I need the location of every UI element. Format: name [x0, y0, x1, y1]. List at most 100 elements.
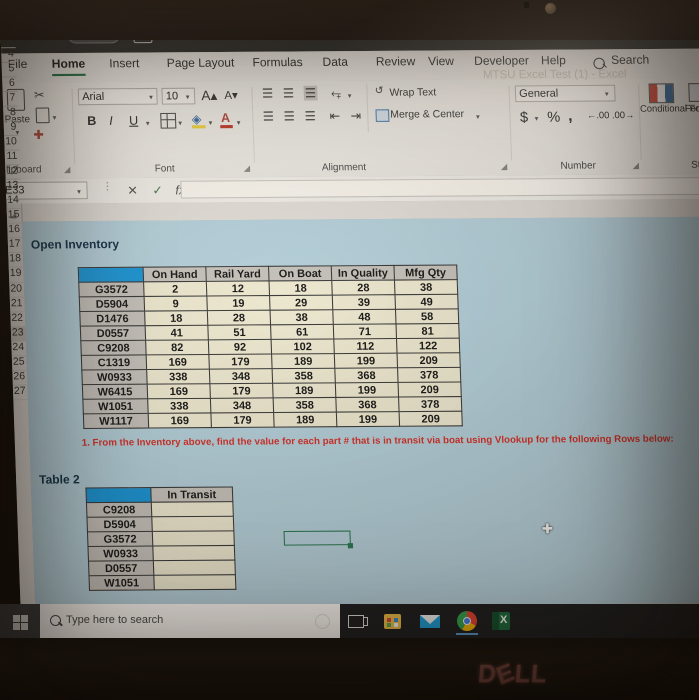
transit-value-0[interactable] [151, 501, 234, 517]
number-dialog-launcher[interactable]: ◢ [632, 161, 639, 170]
inventory-cell-8-4[interactable]: 378 [398, 396, 462, 412]
clipboard-dialog-launcher[interactable]: ◢ [64, 165, 71, 174]
inventory-part-9[interactable]: W1117 [83, 413, 149, 429]
inventory-cell-6-1[interactable]: 348 [209, 368, 273, 384]
list-item[interactable]: C9208 [86, 501, 234, 518]
percent-format-button[interactable]: % [547, 108, 561, 125]
merge-center-caret[interactable]: ▾ [476, 113, 480, 121]
inventory-part-1[interactable]: D5904 [79, 296, 145, 312]
table-row[interactable]: W1117 169 179 189 199 209 [83, 411, 463, 429]
inventory-cell-4-4[interactable]: 122 [396, 338, 460, 354]
orientation-caret[interactable]: ▾ [348, 92, 352, 100]
orientation-icon[interactable]: ⥆ [331, 86, 342, 102]
inventory-cell-1-1[interactable]: 19 [206, 295, 271, 311]
inventory-cell-7-2[interactable]: 189 [272, 382, 336, 398]
name-box-caret[interactable]: ▾ [77, 188, 81, 196]
row-header-8[interactable]: 8 [3, 106, 19, 122]
worksheet-canvas[interactable]: Open Inventory Table 2 1. From the Inven… [21, 216, 699, 608]
search-label[interactable]: Search [611, 54, 650, 67]
transit-value-1[interactable] [151, 516, 234, 532]
transit-part-2[interactable]: G3572 [87, 531, 153, 547]
excel-icon[interactable]: X [492, 611, 512, 631]
list-item[interactable]: D0557 [88, 560, 236, 576]
row-header-19[interactable]: 19 [8, 267, 24, 284]
decrease-indent-icon[interactable]: ⇤ [329, 109, 340, 124]
inventory-cell-2-1[interactable]: 28 [207, 310, 271, 326]
inventory-cell-6-4[interactable]: 378 [397, 367, 461, 383]
row-header-18[interactable]: 18 [8, 252, 24, 268]
align-bottom-icon[interactable]: ☰ [303, 85, 318, 101]
formula-input[interactable] [180, 176, 699, 199]
copy-icon[interactable] [35, 107, 50, 124]
conditional-formatting-icon[interactable] [648, 83, 675, 104]
transit-value-4[interactable] [153, 560, 236, 576]
format-painter-icon[interactable]: ✚ [33, 127, 44, 142]
format-as-table-icon[interactable] [688, 83, 699, 102]
tab-developer[interactable]: Developer [474, 55, 529, 68]
list-item[interactable]: W0933 [87, 545, 235, 562]
font-color-caret[interactable]: ▾ [237, 119, 241, 127]
row-header-15[interactable]: 15 [6, 209, 22, 224]
tab-data[interactable]: Data [322, 56, 348, 69]
inventory-cell-5-1[interactable]: 179 [208, 354, 273, 370]
font-size-caret[interactable]: ▾ [186, 93, 190, 101]
italic-button[interactable]: I [109, 113, 113, 128]
inventory-cell-7-4[interactable]: 209 [398, 381, 462, 398]
transit-part-3[interactable]: W0933 [87, 546, 154, 562]
inventory-cell-4-2[interactable]: 102 [271, 338, 335, 355]
underline-button[interactable]: U [129, 113, 139, 128]
inventory-cell-6-3[interactable]: 368 [334, 367, 399, 383]
list-item[interactable]: W1051 [89, 574, 236, 591]
align-right-icon[interactable]: ☰ [304, 109, 316, 124]
inventory-part-8[interactable]: W1051 [82, 398, 149, 414]
formula-bar-grip[interactable]: ⋮ [102, 181, 113, 193]
row-header-25[interactable]: 25 [11, 356, 27, 371]
inventory-part-0[interactable]: G3572 [78, 281, 145, 297]
inventory-cell-0-2[interactable]: 18 [269, 280, 333, 296]
row-header-14[interactable]: 14 [6, 194, 22, 210]
row-header-11[interactable]: 11 [4, 150, 20, 166]
tab-view[interactable]: View [428, 56, 454, 69]
row-header-22[interactable]: 22 [10, 312, 26, 328]
cancel-icon[interactable]: ✕ [127, 183, 138, 198]
alignment-dialog-launcher[interactable]: ◢ [501, 162, 508, 171]
inventory-cell-0-4[interactable]: 38 [394, 279, 458, 295]
inventory-cell-2-3[interactable]: 48 [332, 309, 397, 325]
inventory-cell-6-0[interactable]: 338 [146, 369, 210, 385]
row-header-5[interactable]: 5 [1, 62, 17, 78]
inventory-cell-0-3[interactable]: 28 [331, 280, 395, 296]
inventory-cell-5-4[interactable]: 209 [397, 352, 461, 368]
inventory-cell-8-3[interactable]: 368 [335, 397, 400, 413]
fill-color-icon[interactable]: ◈ [191, 112, 201, 127]
inventory-cell-1-4[interactable]: 49 [394, 294, 459, 310]
row-header-24[interactable]: 24 [11, 341, 27, 357]
row-header-13[interactable]: 13 [5, 179, 21, 195]
inventory-cell-9-1[interactable]: 179 [210, 412, 275, 428]
merge-center-label[interactable]: Merge & Center [390, 109, 464, 121]
wrap-text-label[interactable]: Wrap Text [389, 87, 436, 99]
inventory-cell-1-2[interactable]: 29 [269, 295, 333, 311]
tab-formulas[interactable]: Formulas [252, 57, 303, 70]
inventory-cell-9-4[interactable]: 209 [399, 411, 463, 427]
inventory-cell-3-0[interactable]: 41 [145, 325, 209, 341]
inventory-cell-3-4[interactable]: 81 [396, 323, 460, 339]
scissors-icon[interactable]: ✂ [34, 88, 45, 103]
mail-icon[interactable] [420, 611, 440, 631]
confirm-icon[interactable]: ✓ [152, 183, 163, 198]
inventory-part-3[interactable]: D0557 [80, 325, 146, 341]
number-format-caret[interactable]: ▾ [605, 90, 609, 98]
inventory-cell-2-2[interactable]: 38 [270, 309, 334, 325]
search-icon[interactable] [50, 615, 61, 626]
increase-decimal-icon[interactable]: ←.00 [587, 110, 610, 121]
inventory-table[interactable]: On Hand Rail Yard On Boat In Quality Mfg… [78, 264, 463, 429]
list-item[interactable]: G3572 [87, 530, 235, 547]
inventory-cell-6-2[interactable]: 358 [272, 368, 336, 384]
active-cell-selection[interactable] [283, 530, 351, 546]
align-center-icon[interactable]: ☰ [283, 109, 295, 124]
transit-value-3[interactable] [152, 545, 235, 561]
inventory-cell-3-2[interactable]: 61 [270, 324, 334, 340]
inventory-cell-7-1[interactable]: 179 [209, 383, 274, 399]
inventory-cell-9-2[interactable]: 189 [273, 412, 337, 428]
decrease-font-size-icon[interactable]: A▾ [224, 88, 238, 102]
font-size-box[interactable]: 10 [161, 87, 196, 105]
